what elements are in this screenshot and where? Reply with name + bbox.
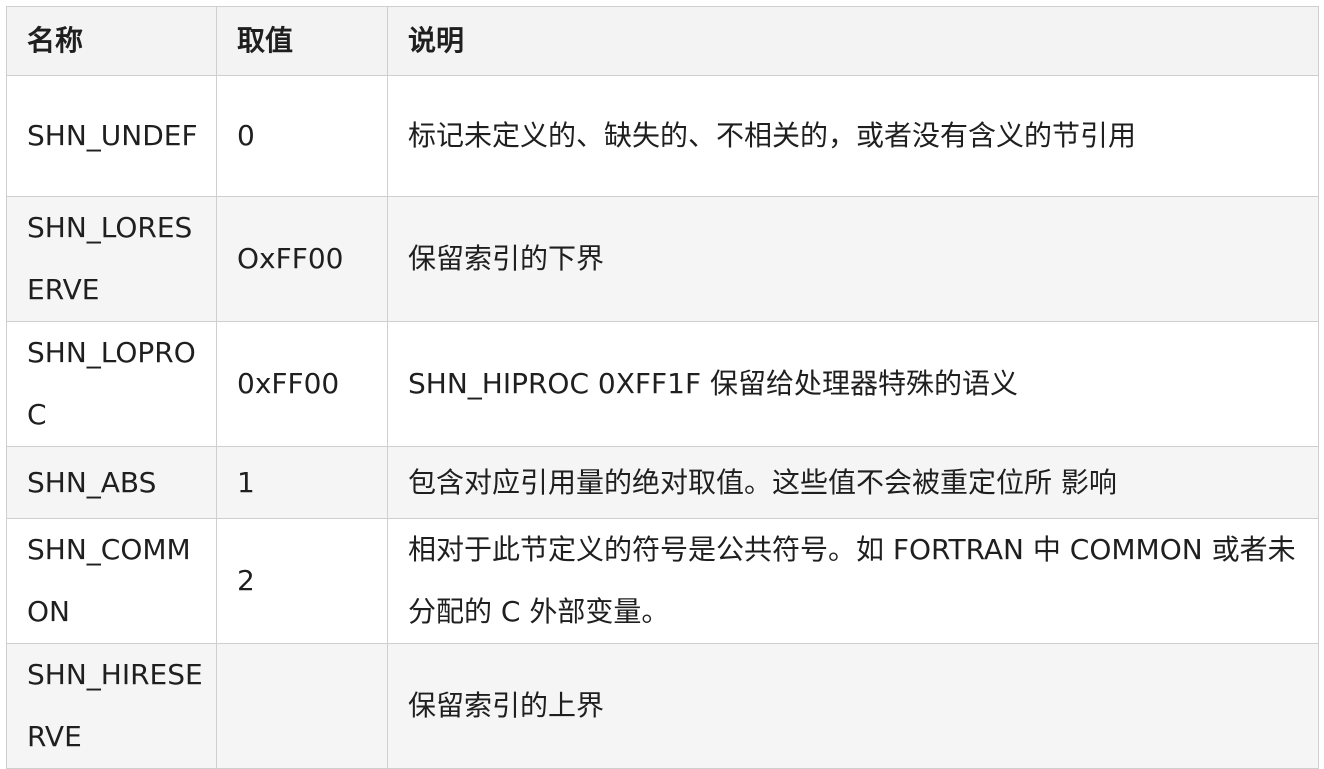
row-name: SHN_HIRESERVE xyxy=(6,643,217,769)
row-description: 标记未定义的、缺失的、不相关的，或者没有含义的节引用 xyxy=(387,75,1319,197)
table-row: SHN_LORESERVE OxFF00 保留索引的下界 xyxy=(6,196,1319,322)
table-row: SHN_ABS 1 包含对应引用量的绝对取值。这些值不会被重定位所 影响 xyxy=(6,446,1319,519)
row-value: 0 xyxy=(216,75,388,197)
row-value: OxFF00 xyxy=(216,196,388,322)
row-description: 相对于此节定义的符号是公共符号。如 FORTRAN 中 COMMON 或者未分配… xyxy=(387,518,1319,644)
table-row: SHN_LOPROC 0xFF00 SHN_HIPROC 0XFF1F 保留给处… xyxy=(6,321,1319,447)
header-description: 说明 xyxy=(387,6,1319,76)
row-value: 1 xyxy=(216,446,388,519)
row-name: SHN_LOPROC xyxy=(6,321,217,447)
row-value xyxy=(216,643,388,769)
row-name: SHN_LORESERVE xyxy=(6,196,217,322)
section-index-table: 名称 取值 说明 SHN_UNDEF 0 标记未定义的、缺失的、不相关的，或者没… xyxy=(6,6,1319,769)
row-description: 包含对应引用量的绝对取值。这些值不会被重定位所 影响 xyxy=(387,446,1319,519)
row-value: 0xFF00 xyxy=(216,321,388,447)
row-description: 保留索引的上界 xyxy=(387,643,1319,769)
table-row: SHN_COMMON 2 相对于此节定义的符号是公共符号。如 FORTRAN 中… xyxy=(6,518,1319,644)
row-description: SHN_HIPROC 0XFF1F 保留给处理器特殊的语义 xyxy=(387,321,1319,447)
header-name: 名称 xyxy=(6,6,217,76)
row-name: SHN_UNDEF xyxy=(6,75,217,197)
row-value: 2 xyxy=(216,518,388,644)
table-row: SHN_UNDEF 0 标记未定义的、缺失的、不相关的，或者没有含义的节引用 xyxy=(6,75,1319,197)
row-description: 保留索引的下界 xyxy=(387,196,1319,322)
header-value: 取值 xyxy=(216,6,388,76)
table-row: SHN_HIRESERVE 保留索引的上界 xyxy=(6,643,1319,769)
row-name: SHN_ABS xyxy=(6,446,217,519)
row-name: SHN_COMMON xyxy=(6,518,217,644)
table-header-row: 名称 取值 说明 xyxy=(6,6,1319,76)
section-index-table-container: 名称 取值 说明 SHN_UNDEF 0 标记未定义的、缺失的、不相关的，或者没… xyxy=(6,6,1319,769)
